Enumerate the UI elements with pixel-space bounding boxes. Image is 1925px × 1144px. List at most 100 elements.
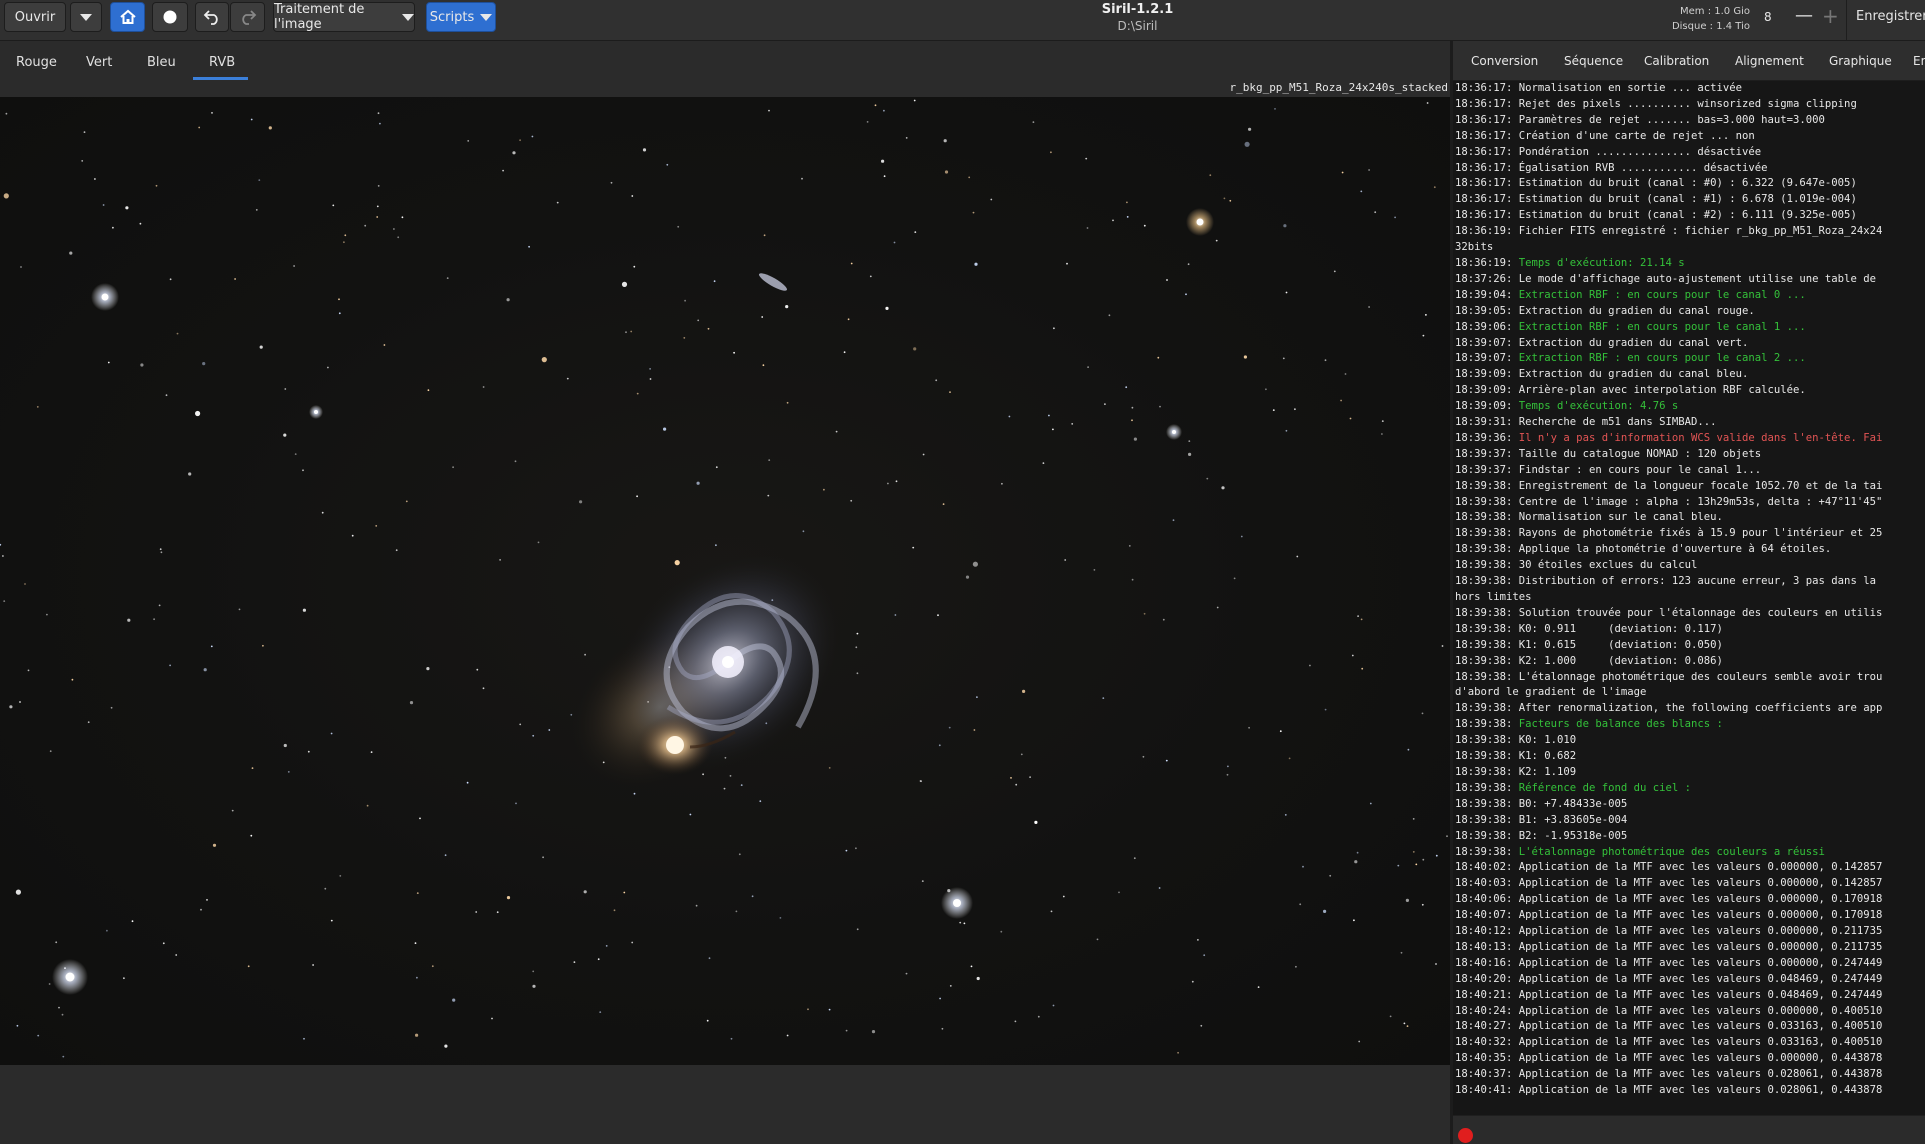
tab-alignment[interactable]: Alignement (1735, 54, 1804, 68)
star (419, 817, 421, 820)
log-message: Applique la photométrie d'ouverture à 64… (1512, 543, 1832, 556)
open-button[interactable]: Ouvrir (4, 2, 66, 32)
log-line: 18:39:38: 30 étoiles exclues du calcul (1455, 558, 1925, 574)
star (828, 767, 831, 769)
scripts-menu[interactable]: Scripts (426, 2, 496, 32)
star (1000, 930, 1003, 933)
log-timestamp: 18:36:17: (1455, 113, 1513, 126)
log-console[interactable]: 18:36:17: Normalisation en sortie ... ac… (1453, 81, 1925, 1115)
image-viewer[interactable] (0, 97, 1450, 1065)
star (1446, 835, 1448, 838)
threads-value[interactable]: 8 (1764, 10, 1772, 24)
tab-red[interactable]: Rouge (16, 55, 57, 70)
log-line: 18:39:09: Arrière-plan avec interpolatio… (1455, 383, 1925, 399)
log-message: Solution trouvée pour l'étalonnage des c… (1512, 606, 1883, 619)
star (212, 843, 217, 847)
star (515, 802, 517, 805)
star (1340, 399, 1342, 402)
star (1425, 314, 1427, 316)
star (674, 560, 680, 566)
log-timestamp: 18:39:31: (1455, 416, 1513, 429)
save-button[interactable]: Enregistrer (1856, 9, 1925, 24)
log-line: 18:39:38: B0: +7.48433e-005 (1455, 797, 1925, 813)
open-menu-button[interactable] (70, 2, 102, 32)
home-button[interactable] (110, 2, 145, 32)
tab-stacking[interactable]: Em (1913, 54, 1925, 68)
bright-star-core (953, 899, 961, 907)
star (735, 910, 738, 913)
star (370, 751, 373, 753)
star (944, 170, 949, 174)
tab-green[interactable]: Vert (86, 55, 112, 70)
star (631, 195, 634, 197)
star (621, 281, 628, 287)
undo-button[interactable] (195, 2, 229, 32)
log-timestamp: 18:39:38: (1455, 718, 1513, 731)
log-timestamp: 18:40:20: (1455, 972, 1513, 985)
star (1096, 938, 1099, 941)
star (1397, 864, 1400, 867)
log-timestamp: 18:39:38: (1455, 829, 1513, 842)
star (1223, 197, 1226, 200)
star (416, 976, 418, 979)
star (1435, 854, 1438, 857)
star (475, 911, 478, 913)
star (767, 494, 770, 497)
star (1274, 108, 1276, 110)
star (1112, 219, 1114, 222)
tab-rgb[interactable]: RVB (209, 55, 235, 70)
star (642, 148, 647, 152)
star (1351, 654, 1354, 657)
image-processing-menu[interactable]: Traitement de l'image (273, 2, 415, 32)
log-timestamp: 18:39:38: (1455, 495, 1513, 508)
log-message: B2: -1.95318e-005 (1512, 829, 1628, 842)
tab-graph[interactable]: Graphique (1829, 54, 1892, 68)
log-line: 18:36:19: Fichier FITS enregistré : fich… (1455, 224, 1925, 240)
tab-sequence[interactable]: Séquence (1564, 54, 1623, 68)
star (715, 544, 717, 547)
star (1233, 577, 1236, 580)
star (1324, 359, 1327, 362)
redo-button[interactable] (230, 2, 265, 32)
star (856, 672, 859, 675)
star (855, 847, 857, 850)
star (938, 744, 941, 747)
star (1257, 986, 1260, 988)
log-message: B0: +7.48433e-005 (1512, 797, 1628, 810)
increase-threads-button[interactable]: + (1822, 4, 1839, 28)
log-line: 18:40:07: Application de la MTF avec les… (1455, 908, 1925, 924)
star (893, 241, 896, 244)
star (491, 1017, 493, 1020)
redo-icon (241, 10, 256, 25)
star (1421, 712, 1424, 715)
log-message: Taille du catalogue NOMAD : 120 objets (1512, 447, 1762, 460)
star (307, 750, 310, 753)
log-line: 18:39:38: Centre de l'image : alpha : 13… (1455, 495, 1925, 511)
star (779, 917, 782, 919)
star (1203, 954, 1206, 957)
star (1374, 211, 1377, 214)
record-button[interactable] (152, 2, 188, 32)
log-timestamp: 18:39:38: (1455, 575, 1513, 588)
scripts-label: Scripts (429, 9, 475, 25)
star (1272, 409, 1275, 411)
star (976, 696, 978, 698)
log-line: 18:39:07: Extraction RBF : en cours pour… (1455, 351, 1925, 367)
log-line: 18:39:31: Recherche de m51 dans SIMBAD..… (1455, 415, 1925, 431)
tab-conversion[interactable]: Conversion (1471, 54, 1538, 68)
star (258, 179, 261, 181)
log-timestamp: 18:40:03: (1455, 877, 1513, 890)
star (202, 362, 206, 366)
star (556, 201, 559, 204)
star (649, 368, 651, 370)
star (1008, 415, 1011, 418)
stop-indicator-icon[interactable] (1458, 1128, 1473, 1143)
star (452, 998, 456, 1002)
tab-blue[interactable]: Bleu (147, 55, 176, 70)
star (1206, 477, 1209, 480)
log-line: 18:39:38: Enregistrement de la longueur … (1455, 479, 1925, 495)
log-timestamp: 18:39:38: (1455, 511, 1513, 524)
decrease-threads-button[interactable]: — (1795, 5, 1813, 26)
star (532, 970, 535, 973)
tab-calibration[interactable]: Calibration (1644, 54, 1709, 68)
